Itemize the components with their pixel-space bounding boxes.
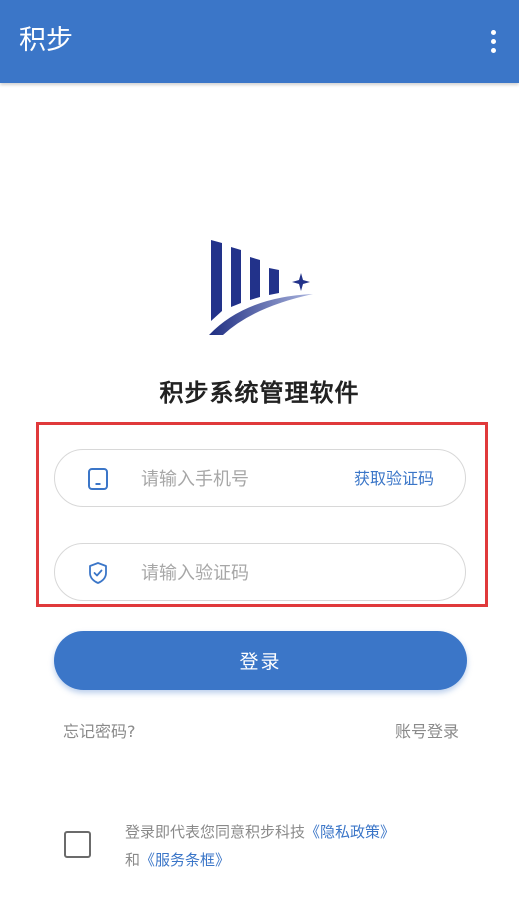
service-terms-link[interactable]: 《服务条框》 [140,851,230,869]
menu-dot [490,29,496,35]
bar-chart-arc-logo [209,240,313,335]
get-code-button[interactable]: 获取验证码 [354,467,434,491]
shield-check-icon [89,562,107,584]
login-button[interactable]: 登录 [54,631,467,690]
phone-field[interactable]: 获取验证码 [54,449,466,507]
agreement-statement: 登录即代表您同意积步科技 [125,823,306,841]
phone-input[interactable] [139,460,343,498]
forgot-password-link[interactable]: 忘记密码? [63,720,136,744]
verification-code-field[interactable] [54,543,466,601]
menu-dot [490,38,496,44]
menu-dot [490,47,496,53]
agreement-text: 登录即代表您同意积步科技《隐私政策》 和《服务条框》 [125,818,455,874]
phone-icon [88,468,108,490]
more-vertical-icon[interactable] [478,26,508,56]
agreement-and: 和 [125,851,141,869]
verification-code-input[interactable] [139,554,443,592]
app-bar: 积步 [0,0,519,83]
account-login-link[interactable]: 账号登录 [395,720,459,744]
privacy-policy-link[interactable]: 《隐私政策》 [305,823,395,841]
agreement-checkbox[interactable] [64,831,91,858]
app-title: 积步 [19,25,73,56]
app-name: 积步系统管理软件 [159,379,360,407]
